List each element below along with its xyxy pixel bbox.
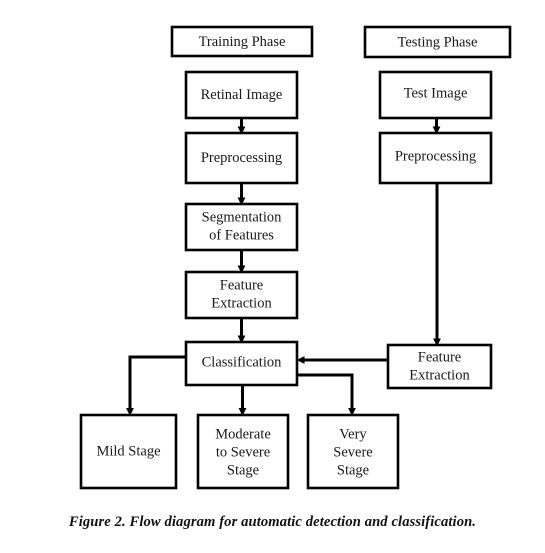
edge-feature-extraction-to-classification xyxy=(237,318,246,344)
node-moderate-stage-line-3: Stage xyxy=(227,462,259,478)
edge-preprocessing-to-segmentation xyxy=(237,183,246,206)
node-preprocessing-testing-label: Preprocessing xyxy=(395,148,476,164)
figure-container: Training Phase Retinal Image Preprocessi… xyxy=(0,0,545,553)
node-very-severe-stage-line-3: Stage xyxy=(337,462,369,478)
edge-classification-to-very-severe-stage xyxy=(297,373,356,416)
edge-classification-to-moderate-stage xyxy=(238,385,247,416)
node-training-phase-label: Training Phase xyxy=(199,34,286,50)
node-very-severe-stage-line-1: Very xyxy=(339,426,367,442)
node-feature-extraction-training-line-1: Feature xyxy=(220,277,263,293)
node-retinal-image-label: Retinal Image xyxy=(201,87,283,103)
nodes-layer: Training Phase Retinal Image Preprocessi… xyxy=(79,25,512,490)
node-mild-stage: Mild Stage xyxy=(79,413,178,490)
node-moderate-to-severe-stage: Moderate to Severe Stage xyxy=(196,413,290,490)
node-feature-extraction-training: Feature Extraction xyxy=(184,270,299,320)
node-feature-extraction-testing-line-2: Extraction xyxy=(409,367,470,383)
node-testing-phase-label: Testing Phase xyxy=(398,34,478,50)
flowchart-canvas: Training Phase Retinal Image Preprocessi… xyxy=(79,25,512,490)
node-preprocessing-training: Preprocessing xyxy=(184,131,299,185)
node-very-severe-stage: Very Severe Stage xyxy=(306,413,400,490)
node-moderate-stage-line-1: Moderate xyxy=(215,426,271,442)
node-mild-stage-label: Mild Stage xyxy=(96,443,160,459)
node-test-image: Test Image xyxy=(378,70,493,120)
edge-preprocessing-to-feature-extraction-testing xyxy=(433,183,441,347)
node-feature-extraction-testing: Feature Extraction xyxy=(386,343,493,390)
node-feature-extraction-testing-line-1: Feature xyxy=(418,349,461,365)
node-preprocessing-testing: Preprocessing xyxy=(378,131,493,185)
edge-segmentation-to-feature-extraction xyxy=(237,250,246,274)
node-training-phase: Training Phase xyxy=(170,25,314,58)
node-preprocessing-training-label: Preprocessing xyxy=(201,150,282,166)
node-test-image-label: Test Image xyxy=(404,85,468,101)
node-classification-label: Classification xyxy=(202,354,282,370)
node-retinal-image: Retinal Image xyxy=(184,70,299,120)
node-classification: Classification xyxy=(184,340,299,387)
node-very-severe-stage-line-2: Severe xyxy=(333,444,372,460)
figure-caption: Figure 2. Flow diagram for automatic det… xyxy=(68,514,477,530)
node-segmentation-of-features: Segmentation of Features xyxy=(184,202,299,252)
edge-feature-extraction-to-classification-horizontal xyxy=(296,356,388,364)
node-moderate-stage-line-2: to Severe xyxy=(216,444,270,460)
node-segmentation-line-2: of Features xyxy=(209,227,274,243)
edge-classification-to-mild-stage xyxy=(126,355,186,416)
node-feature-extraction-training-line-2: Extraction xyxy=(211,295,272,311)
node-testing-phase: Testing Phase xyxy=(363,25,512,59)
node-segmentation-line-1: Segmentation xyxy=(202,209,282,225)
